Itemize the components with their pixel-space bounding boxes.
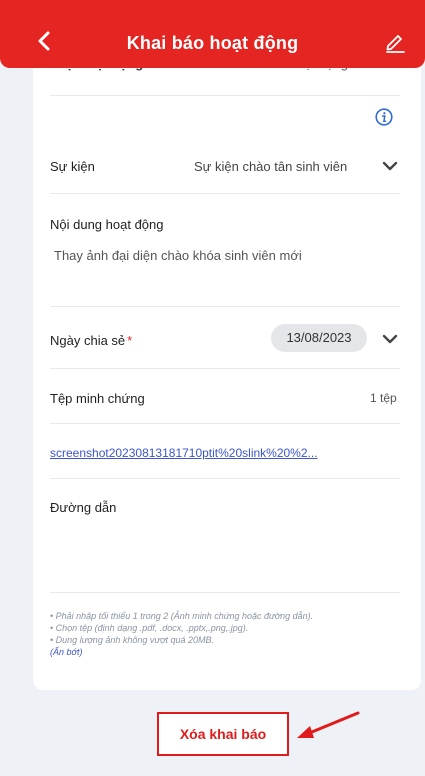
required-mark: * [127, 333, 133, 348]
info-icon[interactable] [375, 108, 393, 126]
page-title: Khai báo hoạt động [126, 33, 299, 53]
chevron-down-icon[interactable] [382, 333, 398, 345]
divider [50, 478, 400, 479]
divider [50, 95, 400, 96]
evidence-label: Tệp minh chứng [50, 391, 145, 406]
divider [50, 368, 400, 369]
chevron-down-icon[interactable] [382, 160, 398, 172]
pencil-icon[interactable] [384, 31, 406, 53]
content-textarea[interactable]: Thay ảnh đại diện chào khóa sinh viên mớ… [54, 248, 302, 263]
share-date-picker[interactable]: 13/08/2023 [271, 324, 367, 352]
divider [50, 592, 400, 593]
event-value[interactable]: Sự kiện chào tân sinh viên [194, 159, 347, 174]
hide-notes-link[interactable]: (Ẩn bớt) [50, 646, 410, 658]
annotation-arrow [297, 711, 360, 738]
share-date-label: Ngày chia sẻ * [50, 333, 132, 348]
link-label: Đường dẫn [50, 500, 117, 515]
divider [50, 193, 400, 194]
note-item: • Chọn tệp (định dạng .pdf, .docx, .pptx… [50, 623, 249, 633]
content-label: Nội dung hoạt động [50, 217, 164, 232]
app-header: Khai báo hoạt động [0, 0, 425, 68]
share-date-label-text: Ngày chia sẻ [50, 333, 126, 348]
delete-declaration-button[interactable]: Xóa khai báo [157, 712, 289, 756]
note-item: • Phải nhập tối thiểu 1 trong 2 (Ảnh min… [50, 611, 314, 621]
event-label: Sự kiện [50, 159, 95, 174]
notes-section: • Phải nhập tối thiểu 1 trong 2 (Ảnh min… [50, 610, 410, 658]
divider [50, 306, 400, 307]
note-item: • Dung lượng ảnh không vượt quá 20MB. [50, 635, 215, 645]
evidence-count: 1 tệp [370, 391, 397, 405]
divider [50, 423, 400, 424]
link-input[interactable] [50, 520, 400, 590]
evidence-file-link[interactable]: screenshot20230813181710ptit%20slink%20%… [50, 446, 375, 460]
